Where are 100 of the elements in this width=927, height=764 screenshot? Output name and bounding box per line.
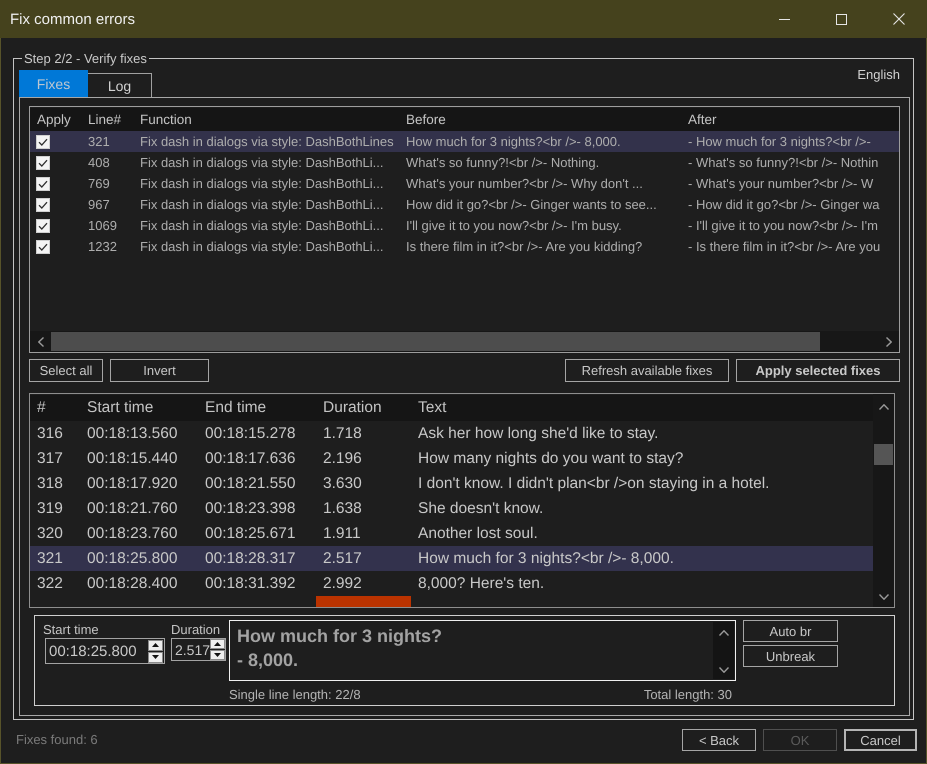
minimize-icon bbox=[779, 18, 790, 20]
table-cell-text: 1.718 bbox=[322, 424, 363, 444]
table-cell: She doesn't know. bbox=[418, 500, 544, 518]
caret-up-icon bbox=[214, 642, 222, 646]
column-header[interactable]: Duration bbox=[323, 399, 382, 417]
subtitle-text-field[interactable]: How much for 3 nights? - 8,000. bbox=[229, 620, 736, 681]
column-header[interactable]: Function bbox=[140, 112, 192, 127]
table-cell: What's your number?<br />- Why don't ... bbox=[406, 176, 643, 191]
table-cell: 00:18:28.400 bbox=[87, 574, 178, 592]
table-cell: 316 bbox=[37, 424, 63, 442]
column-header[interactable]: Apply bbox=[37, 112, 71, 127]
table-cell: 00:18:23.760 bbox=[87, 524, 178, 542]
table-cell: 322 bbox=[37, 574, 63, 592]
table-cell-text: 2.517 bbox=[322, 548, 363, 568]
table-cell: 321 bbox=[37, 550, 63, 568]
table-cell-text: 2.992 bbox=[322, 574, 363, 594]
language-label: English bbox=[857, 67, 900, 82]
table-row[interactable]: 321 Fix dash in dialogs via style: DashBothLines How much for 3 nights?<br />- 8,000. - How much for 3 nights?<br />- bbox=[30, 131, 899, 152]
chevron-down-icon[interactable] bbox=[878, 594, 888, 600]
scrollbar-thumb[interactable] bbox=[874, 444, 893, 465]
field-label: Start time bbox=[43, 622, 100, 637]
table-cell: 321 bbox=[88, 134, 110, 149]
maximize-icon bbox=[836, 14, 847, 24]
table-cell: Fix dash in dialogs via style: DashBothLines bbox=[140, 134, 394, 149]
table-cell: How did it go?<br />- Ginger wants to see... bbox=[406, 197, 657, 212]
table-cell: 00:18:25.800 bbox=[87, 550, 178, 568]
table-cell: Fix dash in dialogs via style: DashBothLi... bbox=[140, 155, 384, 170]
back-button[interactable]: < Back bbox=[682, 729, 756, 751]
spin-up-button[interactable] bbox=[210, 639, 226, 649]
column-header[interactable]: Line# bbox=[88, 112, 122, 127]
auto-break-button[interactable]: Auto br bbox=[743, 620, 838, 642]
checkbox[interactable] bbox=[36, 218, 50, 232]
table-cell: 318 bbox=[37, 474, 63, 492]
spin-up-button[interactable] bbox=[148, 640, 163, 650]
checkbox[interactable] bbox=[36, 176, 50, 190]
table-cell: 00:18:13.560 bbox=[87, 424, 178, 442]
table-cell: Fix dash in dialogs via style: DashBothLi... bbox=[140, 176, 384, 191]
select-all-button[interactable]: Select all bbox=[29, 359, 103, 382]
table-cell: 408 bbox=[88, 155, 110, 170]
unbreak-button[interactable]: Unbreak bbox=[743, 645, 838, 667]
table-row[interactable]: 321 00:18:25.800 00:18:28.317 2.517 How much for 3 nights?<br />- 8,000. bbox=[30, 546, 873, 571]
chevron-up-icon[interactable] bbox=[718, 630, 728, 636]
tab[interactable]: Log bbox=[88, 73, 152, 97]
caret-down-icon bbox=[214, 653, 222, 657]
spin-down-button[interactable] bbox=[210, 650, 226, 660]
group-box-title: Step 2/2 - Verify fixes bbox=[23, 51, 148, 66]
status-text: Fixes found: 6 bbox=[16, 732, 98, 747]
checkbox[interactable] bbox=[36, 240, 50, 254]
apply-button[interactable]: Apply selected fixes bbox=[736, 359, 900, 382]
table-cell: 00:18:21.550 bbox=[205, 474, 296, 492]
table-cell: - Is there film in it?<br />- Are you bbox=[688, 239, 880, 254]
column-header[interactable]: Start time bbox=[87, 399, 154, 417]
line-length-label: Single line length: 22/8 bbox=[229, 687, 361, 702]
field-label: Duration bbox=[171, 622, 222, 637]
table-cell: I'll give it to you now?<br />- I'm busy. bbox=[406, 218, 622, 233]
table-cell-text: 1.911 bbox=[322, 524, 362, 544]
start-time-field[interactable]: 00:18:25.800 bbox=[45, 638, 165, 664]
table-cell-text: 1.638 bbox=[322, 498, 363, 518]
spin-down-button[interactable] bbox=[148, 652, 163, 662]
total-length-label: Total length: 30 bbox=[644, 687, 732, 702]
table-cell: I don't know. I didn't plan<br />on staying in a hotel. bbox=[418, 474, 770, 492]
table-cell: 317 bbox=[37, 450, 63, 468]
table-cell: Fix dash in dialogs via style: DashBothLi... bbox=[140, 239, 384, 254]
column-header[interactable]: After bbox=[688, 112, 717, 127]
table-cell: 00:18:17.636 bbox=[205, 450, 296, 468]
table-cell: 769 bbox=[88, 176, 110, 191]
table-cell: - What's your number?<br />- W bbox=[688, 176, 874, 191]
table-cell: How much for 3 nights?<br />- 8,000. bbox=[406, 134, 621, 149]
table-cell: 320 bbox=[37, 524, 63, 542]
table-cell: 00:18:21.760 bbox=[87, 500, 178, 518]
invert-button[interactable]: Invert bbox=[110, 359, 209, 382]
table-cell: How much for 3 nights?<br />- 8,000. bbox=[418, 550, 674, 568]
column-header[interactable]: End time bbox=[205, 399, 266, 417]
chevron-left-icon[interactable] bbox=[38, 336, 44, 346]
table-cell: Another lost soul. bbox=[418, 524, 538, 542]
table-cell: - What's so funny?!<br />- Nothin bbox=[688, 155, 878, 170]
table-cell: Fix dash in dialogs via style: DashBothLi... bbox=[140, 197, 384, 212]
refresh-button[interactable]: Refresh available fixes bbox=[565, 359, 729, 382]
table-cell: 00:18:15.440 bbox=[87, 450, 178, 468]
window-title: Fix common errors bbox=[10, 10, 136, 28]
checkbox[interactable] bbox=[36, 198, 50, 212]
table-cell: - I'll give it to you now?<br />- I'm bbox=[688, 218, 878, 233]
chevron-right-icon[interactable] bbox=[886, 336, 892, 346]
table-cell-text: 3.630 bbox=[322, 474, 363, 494]
column-header[interactable]: Before bbox=[406, 112, 446, 127]
table-cell: 967 bbox=[88, 197, 110, 212]
chevron-down-icon[interactable] bbox=[718, 667, 728, 673]
scrollbar-thumb[interactable] bbox=[51, 332, 820, 351]
duration-field[interactable]: 2.517 bbox=[171, 638, 226, 661]
checkbox[interactable] bbox=[36, 156, 50, 170]
chevron-up-icon[interactable] bbox=[878, 404, 888, 410]
table-cell-text: 2.196 bbox=[322, 448, 363, 468]
column-header[interactable]: Text bbox=[418, 399, 446, 417]
close-icon bbox=[892, 13, 904, 25]
table-cell: 319 bbox=[37, 500, 63, 518]
caret-down-icon bbox=[152, 655, 159, 659]
checkbox[interactable] bbox=[36, 134, 50, 148]
column-header[interactable]: # bbox=[37, 399, 46, 417]
table-cell: 00:18:25.671 bbox=[205, 524, 296, 542]
cancel-button[interactable]: Cancel bbox=[844, 729, 917, 751]
